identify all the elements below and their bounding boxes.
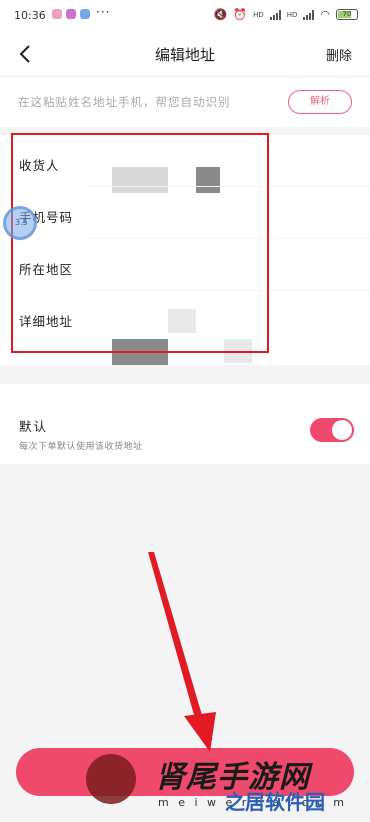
status-time: 10:36 <box>14 9 46 22</box>
default-address-toggle[interactable] <box>310 418 354 442</box>
detail-address-redaction <box>112 339 168 365</box>
detail-address-redaction <box>224 339 252 363</box>
region-label: 所在地区 <box>19 262 74 277</box>
address-form: 收货人 手机号码 所在地区 详细地址 <box>0 135 370 365</box>
app-notification-icon <box>66 9 76 19</box>
system-icons: 🔇 ⏰ HD HD ◠ 70 <box>214 8 358 21</box>
paste-recognize-area: 在这粘贴姓名地址手机，帮您自动识别 解析 <box>0 77 370 127</box>
detail-address-label: 详细地址 <box>19 314 74 329</box>
app-notification-icon <box>52 9 62 19</box>
notification-icons <box>52 9 90 19</box>
status-bar: 10:36 ··· 🔇 ⏰ HD HD ◠ 70 <box>0 0 370 32</box>
signal-icon <box>303 9 315 20</box>
save-button[interactable] <box>16 748 354 796</box>
navigation-bar: 编辑地址 删除 <box>0 32 370 77</box>
floating-assistant-ball[interactable]: 3.5 <box>3 206 37 240</box>
default-subtitle: 每次下单默认使用该收货地址 <box>19 442 143 452</box>
app-notification-icon <box>80 9 90 19</box>
alarm-icon: ⏰ <box>233 8 248 21</box>
battery-icon: 70 <box>336 9 358 20</box>
hd-label: HD <box>286 10 298 19</box>
detail-address-row[interactable]: 详细地址 <box>0 291 370 365</box>
wifi-icon: ◠ <box>320 8 330 21</box>
recipient-row[interactable]: 收货人 <box>0 135 370 193</box>
hd-label: HD <box>253 10 264 19</box>
more-notifications-icon: ··· <box>96 5 111 19</box>
watermark-domain: m e i w e r d a . c o m <box>158 796 348 809</box>
parse-button[interactable]: 解析 <box>288 90 352 114</box>
delete-button[interactable]: 删除 <box>326 45 352 64</box>
detail-address-field[interactable] <box>168 309 196 333</box>
default-title: 默认 <box>19 419 49 434</box>
signal-icon <box>269 9 281 20</box>
floating-ball-text: 3.5 <box>15 218 28 227</box>
region-row[interactable]: 所在地区 <box>0 239 370 291</box>
recipient-label: 收货人 <box>19 158 60 173</box>
default-address-section: 默认 每次下单默认使用该收货地址 <box>0 384 370 464</box>
mute-icon: 🔇 <box>213 8 228 21</box>
paste-input[interactable]: 在这粘贴姓名地址手机，帮您自动识别 <box>18 94 231 110</box>
phone-row[interactable]: 手机号码 <box>0 187 370 239</box>
page-title: 编辑地址 <box>154 46 215 64</box>
toggle-knob <box>332 420 352 440</box>
